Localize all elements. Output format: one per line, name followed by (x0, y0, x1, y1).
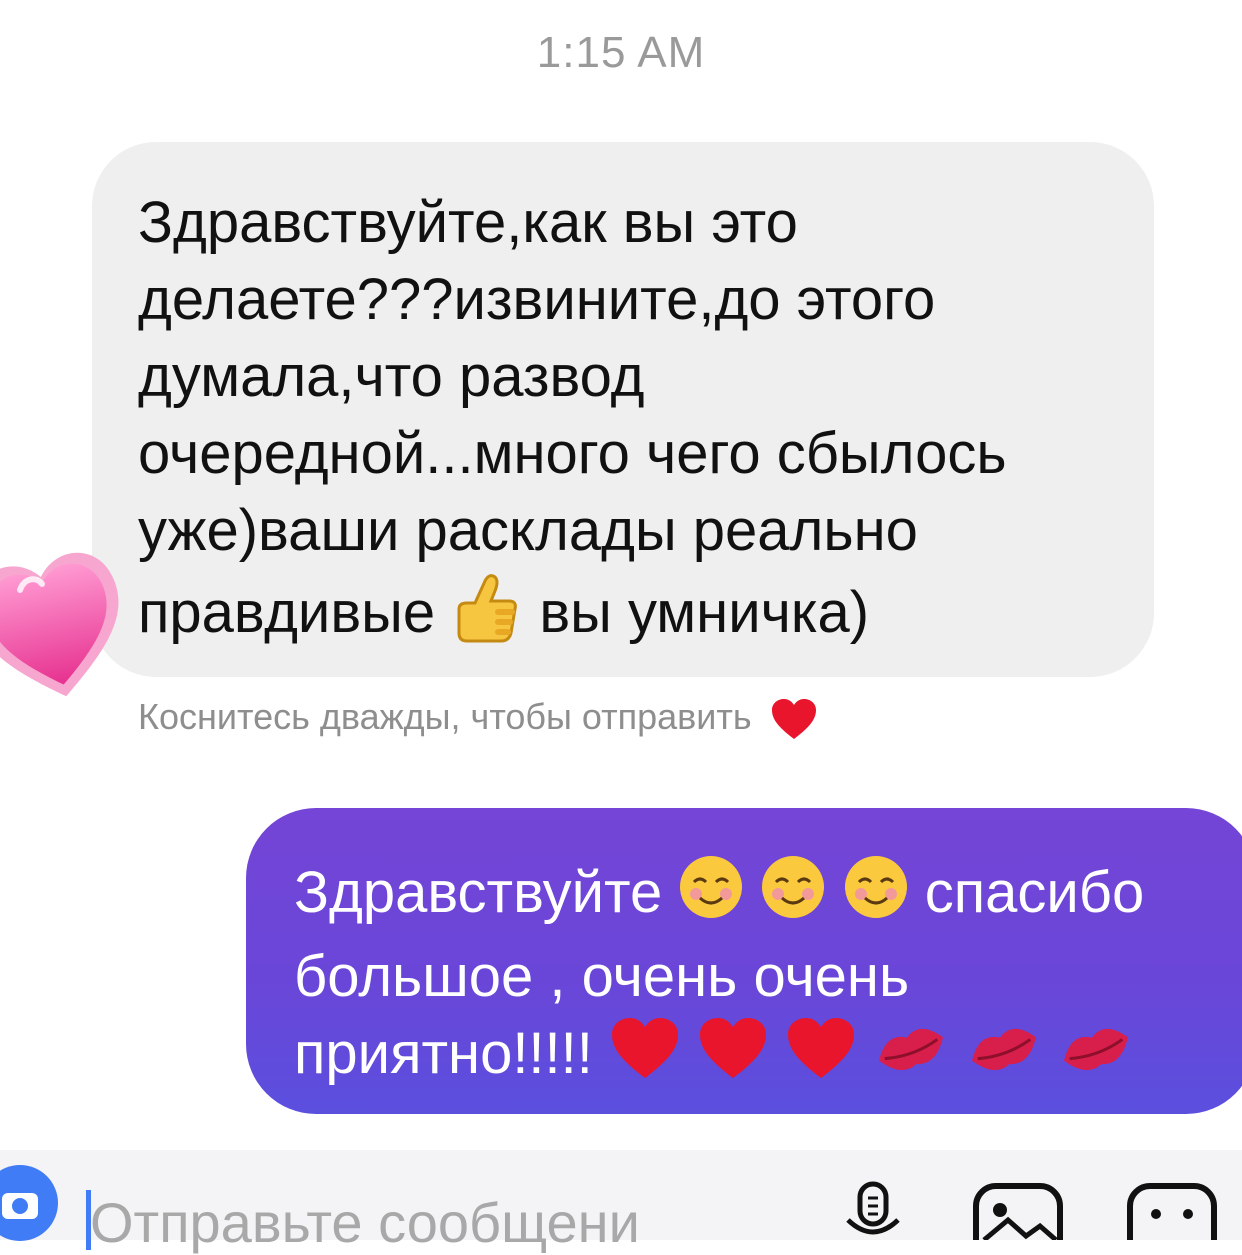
incoming-message-line: думала,что развод (138, 344, 645, 409)
red-heart-icon (697, 1015, 769, 1100)
outgoing-message-bubble[interactable]: Здравствуйте спасибо большое , очень оче… (246, 808, 1242, 1114)
sticker-icon (1127, 1183, 1217, 1255)
outgoing-message-line: большое , очень очень (294, 944, 910, 1009)
outgoing-message-text: Здравствуйте (294, 859, 679, 925)
microphone-icon (846, 1181, 900, 1235)
outgoing-message-text: приятно!!!!! (294, 1020, 610, 1086)
thumbs-up-icon (451, 569, 523, 664)
smiling-face-icon (843, 854, 909, 939)
incoming-message-line: делаете???извините,до этого (138, 267, 936, 332)
incoming-message-line: Здравствуйте,как вы это (138, 190, 798, 255)
red-heart-icon (609, 1015, 681, 1100)
sticker-button[interactable] (1124, 1180, 1220, 1255)
outgoing-message-line: Здравствуйте спасибо (294, 854, 1242, 939)
smiling-face-icon (678, 854, 744, 939)
incoming-message-bubble[interactable]: Здравствуйте,как вы это делаете???извини… (92, 142, 1154, 677)
image-icon (973, 1183, 1063, 1255)
camera-icon (2, 1193, 38, 1219)
message-input[interactable]: Отправьте сообщени (90, 1190, 640, 1255)
double-tap-hint-text: Коснитесь дважды, чтобы отправить (138, 696, 752, 737)
incoming-message-line: уже)ваши расклады реально (138, 498, 918, 563)
double-tap-hint[interactable]: Коснитесь дважды, чтобы отправить (138, 696, 818, 741)
incoming-message-line: очередной...много чего сбылось (138, 421, 1007, 486)
gallery-button[interactable] (970, 1180, 1066, 1255)
incoming-message-text: правдивые (138, 579, 452, 645)
red-heart-icon (771, 699, 816, 740)
kiss-mark-icon (873, 1020, 949, 1096)
incoming-message-line: правдивые вы умничка) (138, 569, 1114, 664)
red-heart-icon (785, 1015, 857, 1100)
smiling-face-icon (760, 854, 826, 939)
kiss-mark-icon (1058, 1020, 1134, 1096)
camera-button[interactable] (0, 1165, 58, 1241)
kiss-mark-icon (966, 1020, 1042, 1096)
outgoing-message-line: приятно!!!!! (294, 1015, 1242, 1100)
outgoing-message-text: спасибо (924, 859, 1145, 925)
message-timestamp: 1:15 AM (536, 28, 706, 77)
incoming-message-text: вы умничка) (539, 579, 870, 645)
microphone-button[interactable] (838, 1180, 908, 1245)
heart-sticker-icon (0, 520, 130, 715)
